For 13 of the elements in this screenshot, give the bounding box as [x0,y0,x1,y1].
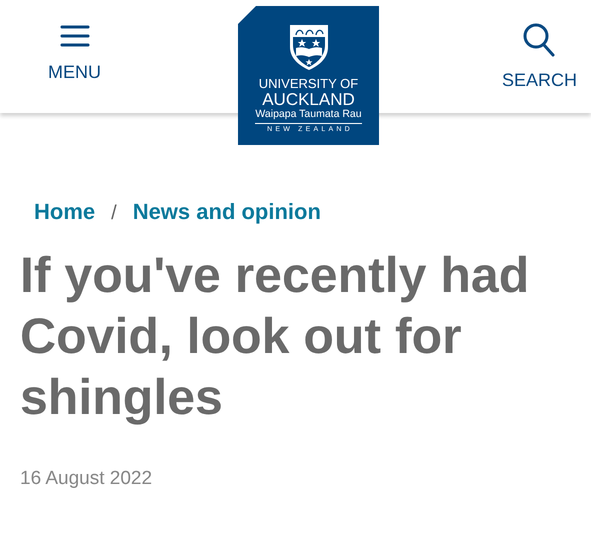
breadcrumb-link[interactable]: Home [34,199,96,225]
article-date: 16 August 2022 [20,468,154,490]
breadcrumb-link[interactable]: News and opinion [132,199,321,225]
search-icon [522,22,556,58]
crest-icon [288,23,330,71]
logo-text: AUCKLAND [262,91,355,108]
menu-button[interactable]: MENU [48,24,101,83]
breadcrumb-separator: / [111,202,117,225]
menu-icon [58,24,90,48]
search-button[interactable]: SEARCH [502,22,577,91]
logo-text: UNIVERSITY OF [258,76,358,91]
article-headline: If you've recently had Covid, look out for shingles [20,246,530,427]
logo-text: Waipapa Taumata Rau [255,108,362,124]
